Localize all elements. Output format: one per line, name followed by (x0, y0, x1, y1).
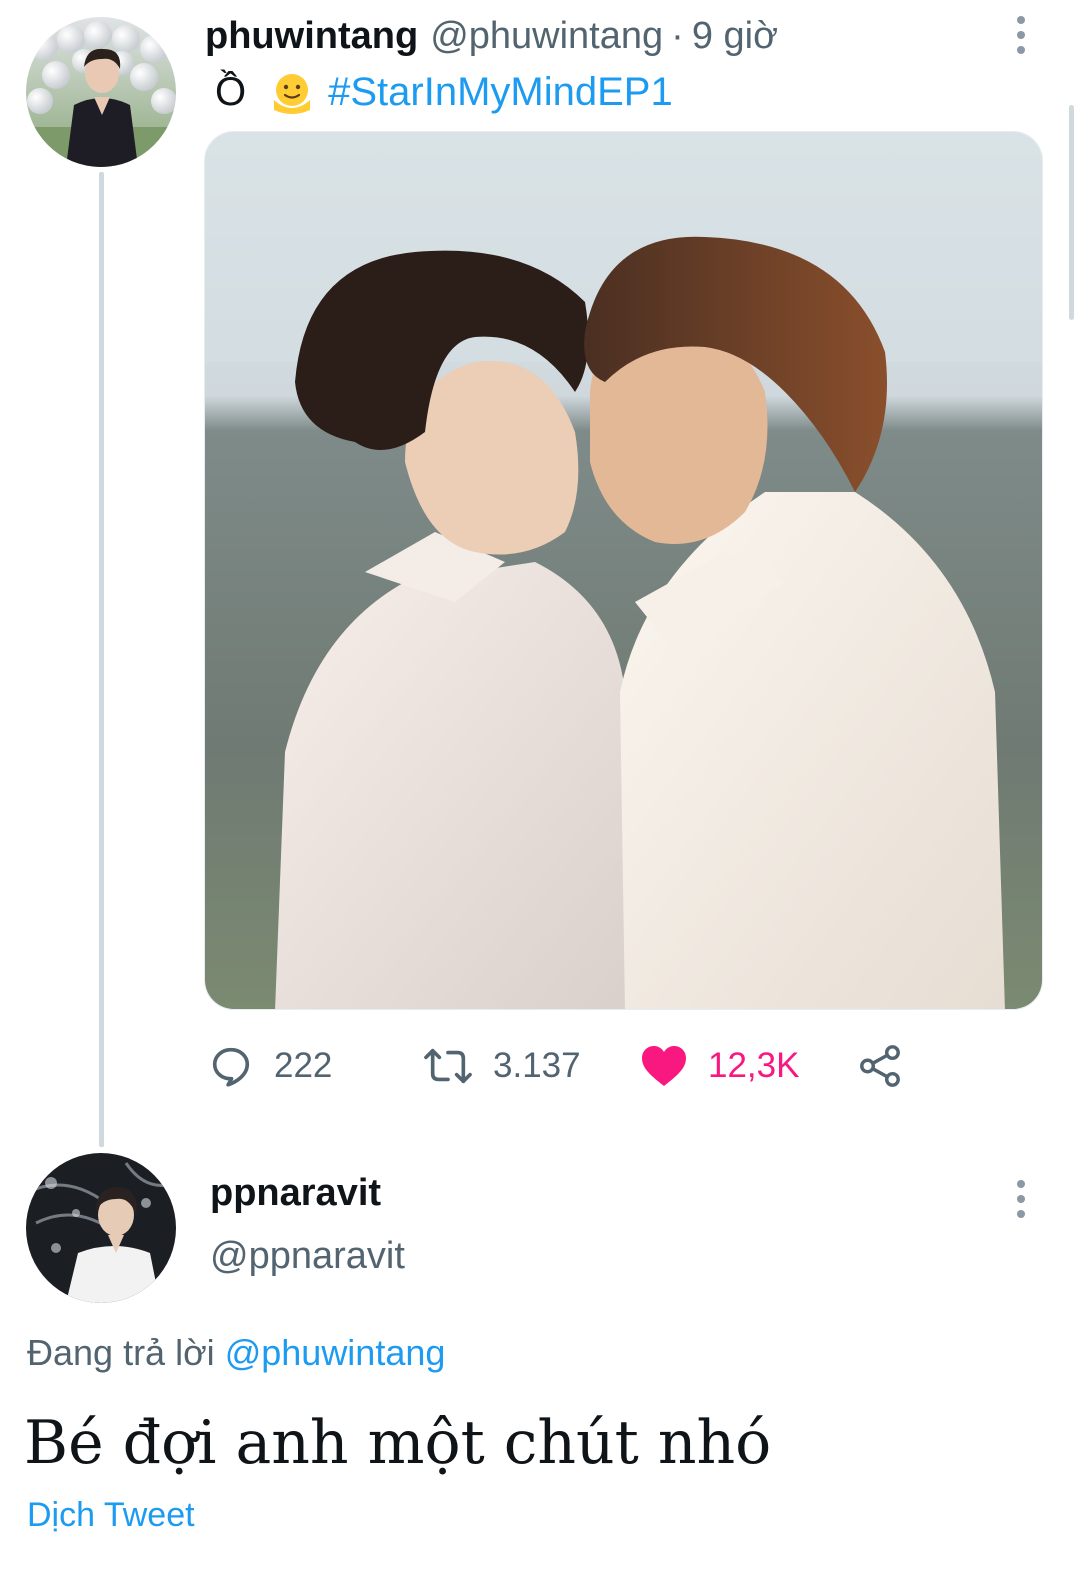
author-name[interactable]: phuwintang (205, 15, 418, 58)
share-icon (860, 1045, 900, 1087)
smiling-face-emoji-icon (274, 74, 311, 114)
reply-button[interactable]: 222 (208, 1036, 332, 1096)
retweet-button[interactable]: 3.137 (423, 1036, 581, 1096)
retweet-count: 3.137 (493, 1046, 581, 1085)
translate-tweet-link[interactable]: Dịch Tweet (27, 1496, 195, 1535)
more-options-icon[interactable] (1011, 1180, 1031, 1218)
like-button[interactable]: 12,3K (640, 1036, 799, 1096)
more-options-icon[interactable] (1011, 16, 1031, 54)
reply-text: Bé đợi anh một chút nhó (24, 1408, 772, 1478)
tweet-actions: 222 3.137 12,3K (0, 1036, 1080, 1096)
reply-icon (212, 1047, 250, 1087)
hashtag-link[interactable]: #StarInMyMindEP1 (328, 70, 673, 115)
separator-dot: · (671, 14, 684, 57)
tweet-text-prefix: Ồ (215, 69, 247, 114)
avatar-phuwintang[interactable] (26, 17, 176, 167)
tweet-photo[interactable] (204, 131, 1043, 1010)
tweet-text: Ồ #StarInMyMindEP1 (215, 62, 673, 122)
replying-prefix: Đang trả lời (27, 1332, 215, 1373)
photo-image (205, 132, 1042, 1009)
like-count: 12,3K (708, 1046, 800, 1085)
tweet-header: phuwintang @phuwintang · 9 giờ (205, 10, 778, 62)
avatar-image (26, 1153, 176, 1303)
scrollbar[interactable] (1069, 105, 1074, 320)
avatar-ppnaravit[interactable] (26, 1153, 176, 1303)
avatar-image (26, 17, 176, 167)
author-handle[interactable]: @phuwintang (430, 15, 663, 58)
reply-author-handle[interactable]: @ppnaravit (210, 1235, 405, 1278)
share-button[interactable] (857, 1036, 903, 1096)
thread-line (99, 172, 104, 1147)
retweet-icon (424, 1048, 472, 1084)
replying-to: Đang trả lời @phuwintang (27, 1332, 445, 1374)
heart-icon (642, 1046, 686, 1086)
replying-mention-link[interactable]: @phuwintang (225, 1332, 446, 1373)
reply-author-name[interactable]: ppnaravit (210, 1172, 381, 1215)
tweet-time[interactable]: 9 giờ (692, 15, 778, 58)
reply-count: 222 (274, 1046, 333, 1085)
